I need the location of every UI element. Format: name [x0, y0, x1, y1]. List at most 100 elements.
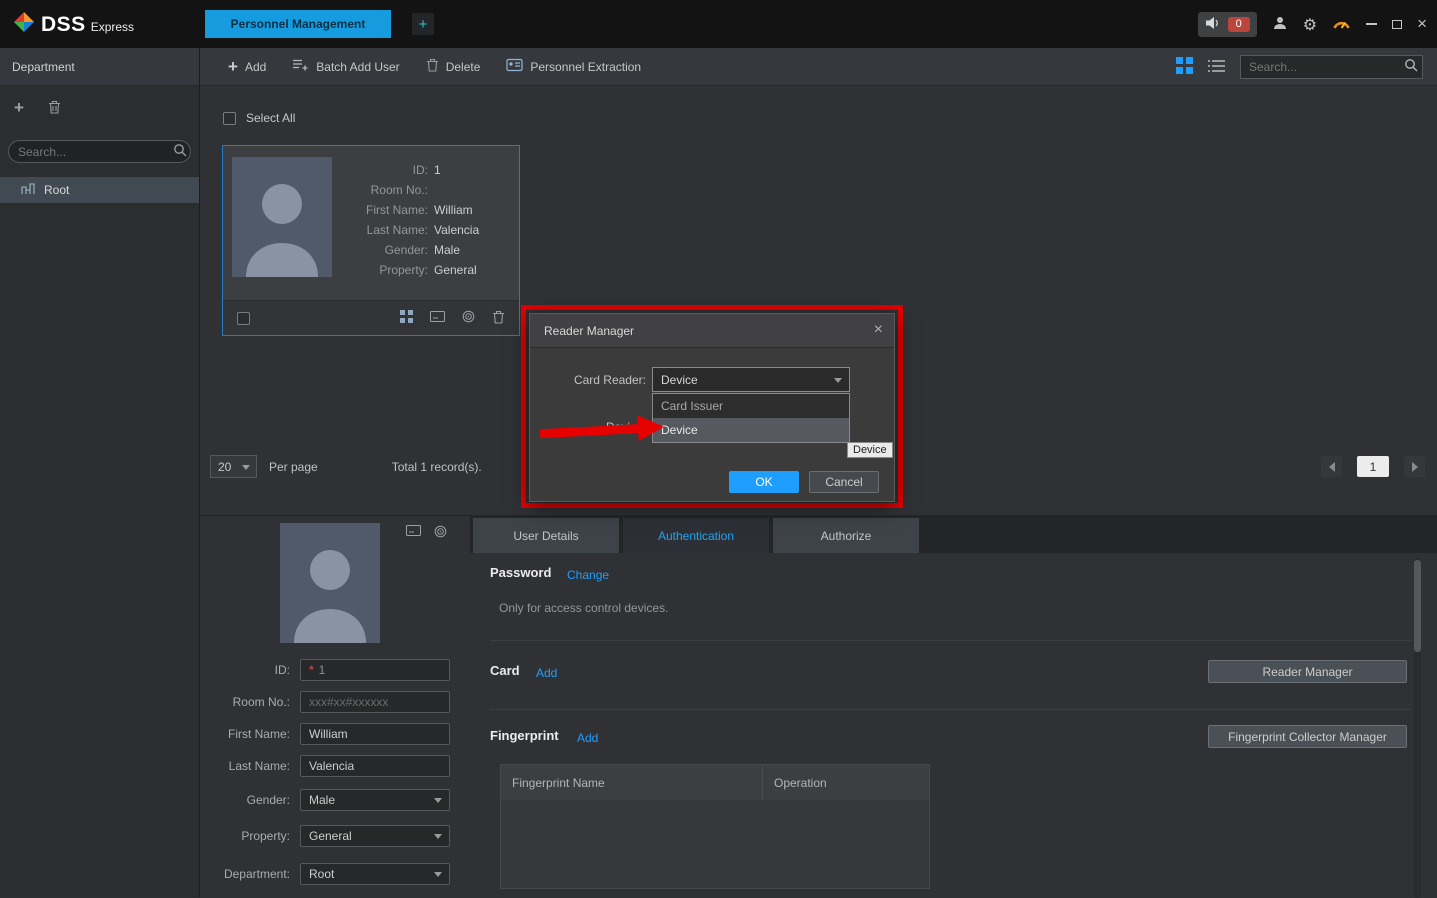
person-card-checkbox[interactable]: [237, 311, 250, 325]
department-select[interactable]: Root: [300, 863, 450, 885]
alarm-sound-button[interactable]: 0: [1197, 11, 1257, 37]
last-name-field[interactable]: [300, 755, 450, 777]
add-tab-button[interactable]: +: [412, 13, 434, 35]
person-card[interactable]: ID: 1 Room No.: First Name: William Last N…: [222, 145, 520, 336]
batch-add-user-button[interactable]: Batch Add User: [292, 58, 400, 75]
add-label: Add: [244, 59, 267, 74]
gender-select[interactable]: Male: [300, 789, 450, 811]
property-value: General: [309, 829, 352, 843]
gender-value: Male: [309, 793, 336, 807]
personnel-search-box[interactable]: [1240, 54, 1423, 79]
page-size-select[interactable]: 20: [210, 455, 257, 478]
option-device[interactable]: Device: [653, 418, 849, 442]
add-department-icon[interactable]: +: [14, 98, 24, 118]
chevron-down-icon: [434, 798, 442, 803]
search-icon[interactable]: [1404, 58, 1418, 75]
field-value: Male: [434, 243, 461, 257]
option-card-issuer[interactable]: Card Issuer: [653, 394, 849, 418]
card-reader-select[interactable]: Device: [652, 367, 850, 392]
field-label: Gender:: [384, 243, 428, 257]
first-name-field[interactable]: [300, 723, 450, 745]
personnel-extraction-label: Personnel Extraction: [530, 59, 642, 74]
settings-gear-icon[interactable]: ⚙: [1303, 15, 1317, 34]
select-all-control: Select All: [223, 111, 295, 125]
tab-personnel-management[interactable]: Personnel Management: [205, 10, 391, 38]
window-close-icon[interactable]: ×: [1417, 15, 1427, 32]
field-label: ID:: [412, 163, 428, 177]
delete-button[interactable]: Delete: [426, 58, 481, 75]
delete-person-icon[interactable]: [492, 310, 505, 327]
batch-add-user-icon: [292, 58, 309, 75]
grid-view-icon[interactable]: [1176, 56, 1193, 77]
section-divider: [490, 640, 1411, 641]
fingerprint-collector-manager-button[interactable]: Fingerprint Collector Manager: [1208, 725, 1407, 748]
fingerprint-add-link[interactable]: Add: [577, 731, 598, 745]
room-no-field[interactable]: [300, 691, 450, 713]
device-label: Device:: [605, 420, 646, 434]
batch-add-user-label: Batch Add User: [316, 59, 400, 74]
current-page-box[interactable]: 1: [1357, 456, 1389, 477]
window-minimize-icon[interactable]: [1366, 23, 1378, 25]
card-section-title: Card: [490, 663, 520, 678]
field-value: William: [434, 203, 473, 217]
department-sidebar: Department + Root: [0, 48, 200, 897]
fingerprint-section-title: Fingerprint: [490, 728, 559, 743]
tab-user-details[interactable]: User Details: [473, 518, 619, 553]
field-value: General: [434, 263, 477, 277]
dss-diamond-icon: [12, 10, 36, 37]
reader-manager-button[interactable]: Reader Manager: [1208, 660, 1407, 683]
delete-trash-icon: [426, 58, 439, 75]
id-label: ID:: [274, 663, 290, 677]
id-field[interactable]: * 1: [300, 659, 450, 681]
delete-label: Delete: [445, 59, 481, 74]
last-name-label: Last Name:: [228, 759, 290, 773]
personnel-extraction-button[interactable]: Personnel Extraction: [506, 58, 641, 75]
cancel-button[interactable]: Cancel: [809, 471, 879, 493]
detail-tabs: User Details Authentication Authorize: [470, 516, 1437, 553]
fingerprint-table: Fingerprint Name Operation: [500, 764, 930, 889]
page-size-value: 20: [218, 459, 232, 474]
personnel-extraction-icon: [506, 58, 523, 75]
window-maximize-icon[interactable]: [1392, 19, 1403, 29]
card-grid-icon[interactable]: [400, 310, 413, 326]
room-no-label: Room No.:: [232, 695, 290, 709]
issue-card-icon[interactable]: [430, 311, 445, 325]
chevron-down-icon: [434, 834, 442, 839]
fingerprint-icon[interactable]: [462, 310, 475, 326]
property-select[interactable]: General: [300, 825, 450, 847]
person-card-fields: ID: 1 Room No.: First Name: William Last N…: [338, 160, 514, 280]
field-label: Last Name:: [366, 223, 428, 237]
tab-authorize[interactable]: Authorize: [773, 518, 919, 553]
password-change-link[interactable]: Change: [567, 568, 609, 582]
card-add-link[interactable]: Add: [536, 666, 557, 680]
user-account-icon[interactable]: [1272, 15, 1288, 34]
prev-page-button[interactable]: [1321, 456, 1342, 477]
ok-button[interactable]: OK: [729, 471, 799, 493]
add-button[interactable]: + Add: [228, 57, 266, 77]
department-search-input[interactable]: [18, 144, 173, 159]
field-value: Valencia: [434, 223, 480, 237]
field-label: Property:: [379, 263, 428, 277]
performance-gauge-icon[interactable]: [1332, 15, 1351, 34]
person-photo-placeholder: [232, 157, 332, 277]
pagination-left: 20 Per page Total 1 record(s).: [210, 455, 482, 478]
list-view-icon[interactable]: [1208, 59, 1225, 75]
department-search-box[interactable]: [8, 140, 191, 163]
next-page-button[interactable]: [1404, 456, 1425, 477]
property-label: Property:: [241, 829, 290, 843]
issue-card-icon[interactable]: [406, 525, 421, 541]
search-icon[interactable]: [173, 143, 187, 160]
dialog-close-icon[interactable]: ×: [874, 321, 883, 339]
pagination-right: 1: [1321, 456, 1425, 477]
sidebar-item-root[interactable]: Root: [0, 177, 199, 203]
vertical-scrollbar[interactable]: [1414, 558, 1421, 898]
scrollbar-thumb[interactable]: [1414, 560, 1421, 652]
detail-photo-placeholder: [280, 523, 380, 643]
section-divider: [490, 709, 1411, 710]
select-all-checkbox[interactable]: [223, 111, 236, 125]
tab-authentication[interactable]: Authentication: [623, 518, 769, 553]
app-logo: DSS Express: [12, 10, 134, 37]
fingerprint-icon[interactable]: [434, 525, 447, 541]
delete-department-icon[interactable]: [48, 100, 61, 117]
personnel-search-input[interactable]: [1249, 59, 1404, 74]
